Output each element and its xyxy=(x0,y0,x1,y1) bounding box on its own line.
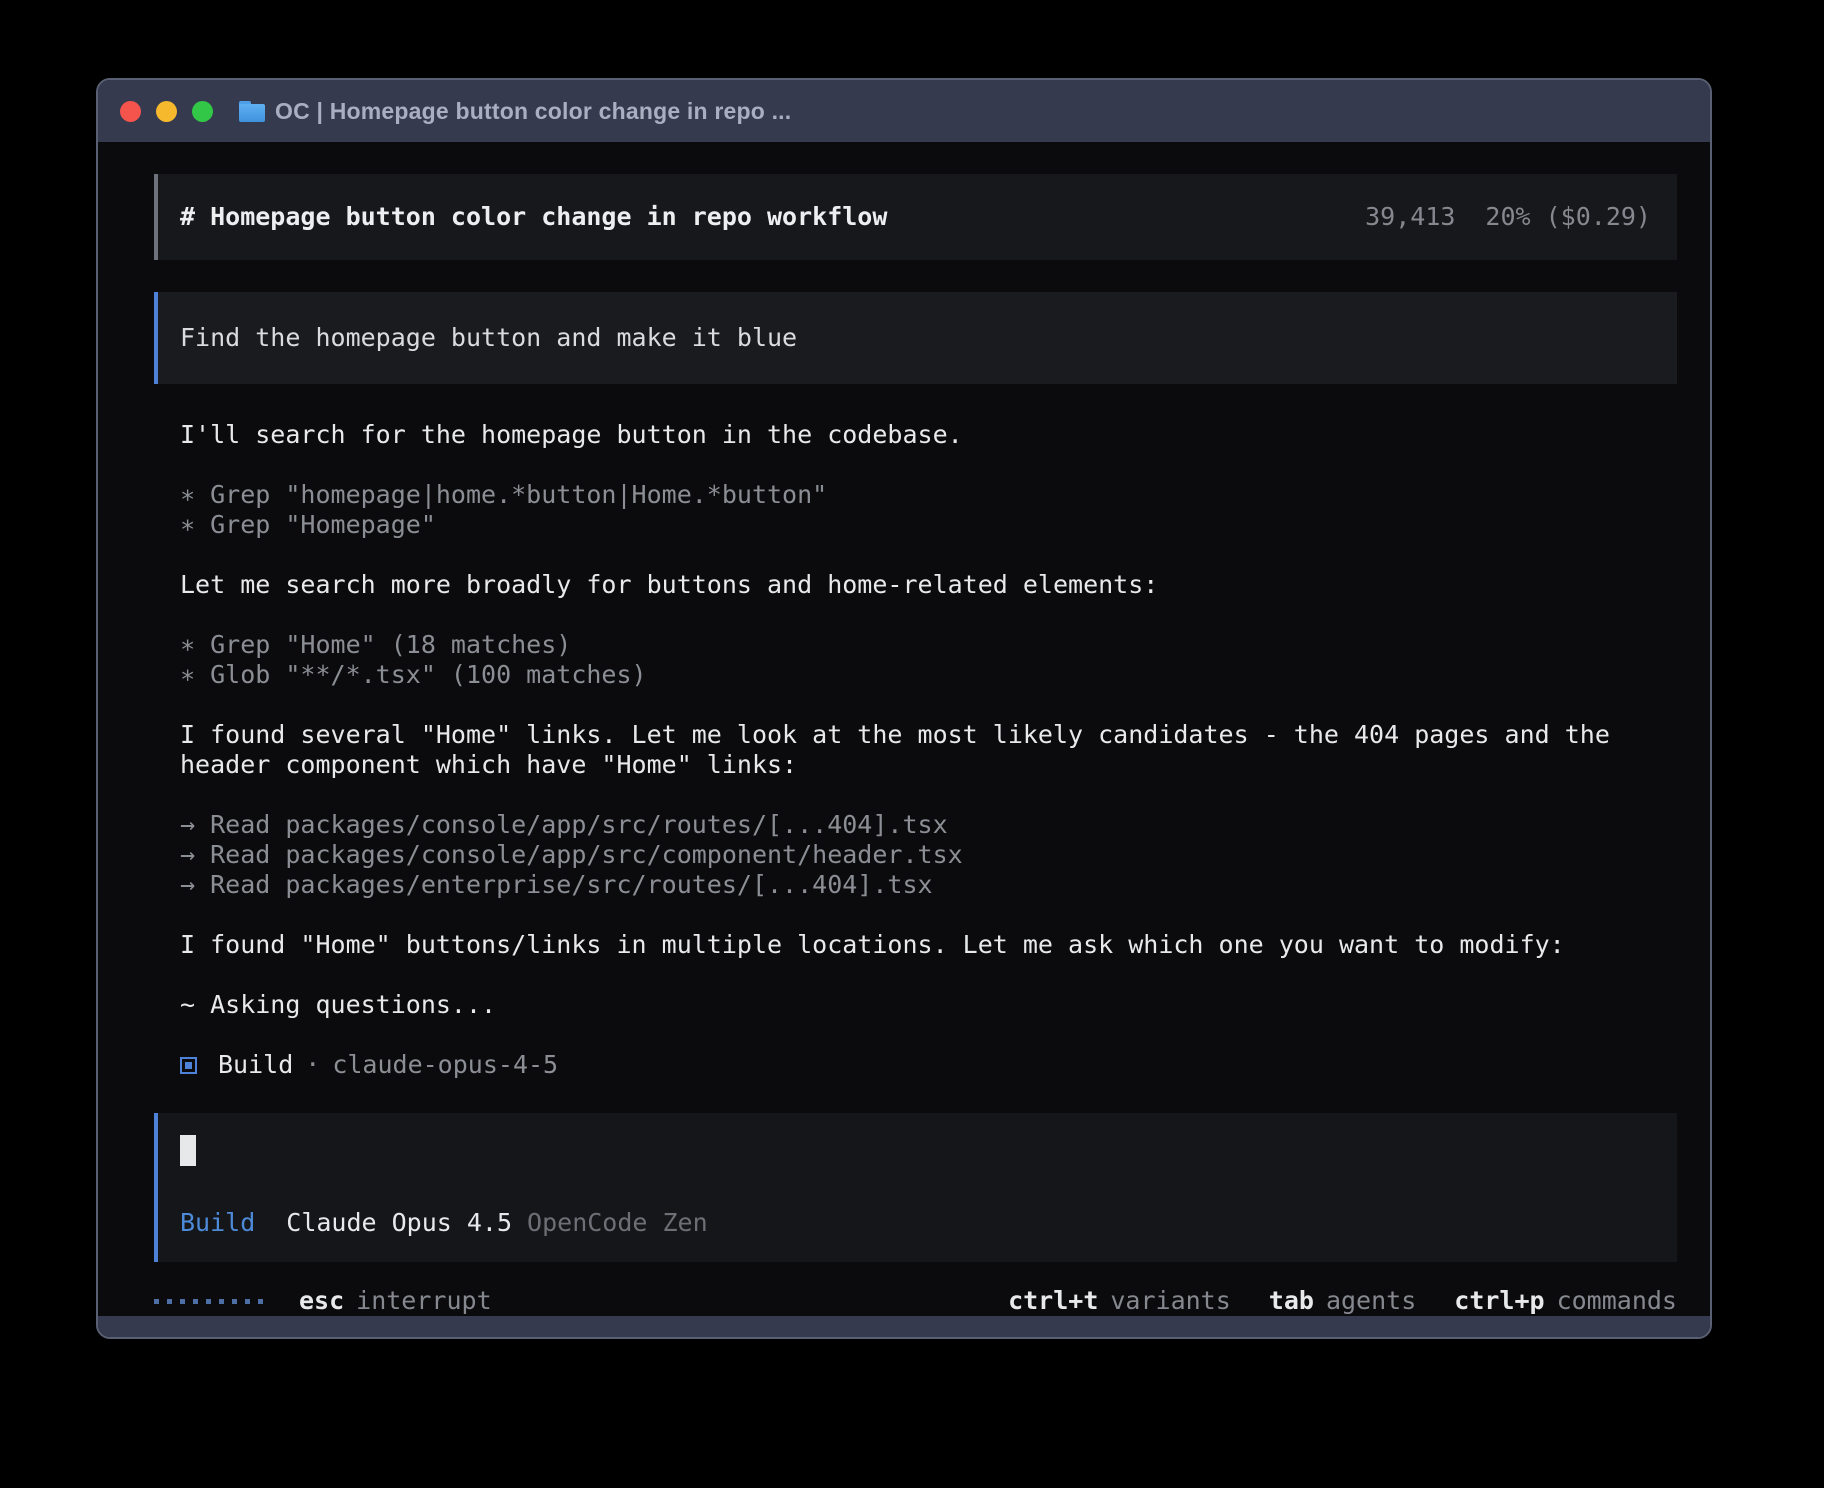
traffic-lights xyxy=(120,101,213,122)
assistant-text: I found "Home" buttons/links in multiple… xyxy=(180,930,1677,960)
tool-call-group: → Read packages/console/app/src/routes/[… xyxy=(180,810,1677,900)
input-model-name[interactable]: Claude Opus 4.5 xyxy=(286,1208,512,1238)
zoom-window-button[interactable] xyxy=(192,101,213,122)
keybind-hint-commands: ctrl+p commands xyxy=(1454,1286,1677,1316)
status-bar: esc interrupt ctrl+t variants tab agents… xyxy=(154,1286,1677,1316)
agent-separator: · xyxy=(305,1050,320,1080)
keybind-key: ctrl+t xyxy=(1008,1286,1098,1316)
session-stats: 39,413 20% ($0.29) xyxy=(1365,202,1651,232)
user-message: Find the homepage button and make it blu… xyxy=(154,292,1677,384)
status-left: esc interrupt xyxy=(154,1286,492,1316)
folder-icon xyxy=(239,101,265,122)
keybind-hint-variants: ctrl+t variants xyxy=(1008,1286,1231,1316)
keybind-hint-agents: tab agents xyxy=(1269,1286,1416,1316)
tool-call-read: → Read packages/console/app/src/routes/[… xyxy=(180,810,1677,840)
session-header: # Homepage button color change in repo w… xyxy=(154,174,1677,260)
window-titlebar[interactable]: OC | Homepage button color change in rep… xyxy=(98,80,1710,142)
window-title: OC | Homepage button color change in rep… xyxy=(275,98,791,125)
tool-call-grep: ∗ Grep "homepage|home.*button|Home.*butt… xyxy=(180,480,1677,510)
tool-call-group: ∗ Grep "homepage|home.*button|Home.*butt… xyxy=(180,480,1677,540)
keybind-key: tab xyxy=(1269,1286,1314,1316)
tool-call-grep: ∗ Grep "Home" (18 matches) xyxy=(180,630,1677,660)
window-footer xyxy=(98,1316,1710,1339)
terminal-window: OC | Homepage button color change in rep… xyxy=(96,78,1712,1339)
assistant-text: I found several "Home" links. Let me loo… xyxy=(180,720,1677,780)
assistant-text: I'll search for the homepage button in t… xyxy=(180,420,1677,450)
assistant-status-text: ~ Asking questions... xyxy=(180,990,1677,1020)
spinner-dots xyxy=(154,1299,263,1304)
token-count: 39,413 xyxy=(1365,202,1455,232)
session-title: # Homepage button color change in repo w… xyxy=(180,202,887,232)
keybind-label: variants xyxy=(1110,1286,1230,1316)
tool-call-glob: ∗ Glob "**/*.tsx" (100 matches) xyxy=(180,660,1677,690)
context-cost: 20% ($0.29) xyxy=(1485,202,1651,232)
agent-model: claude-opus-4-5 xyxy=(332,1050,558,1080)
assistant-text: Let me search more broadly for buttons a… xyxy=(180,570,1677,600)
tool-call-group: ∗ Grep "Home" (18 matches) ∗ Glob "**/*.… xyxy=(180,630,1677,690)
tool-call-read: → Read packages/enterprise/src/routes/[.… xyxy=(180,870,1677,900)
tool-call-read: → Read packages/console/app/src/componen… xyxy=(180,840,1677,870)
terminal-content: # Homepage button color change in repo w… xyxy=(98,142,1710,1316)
keybind-key: ctrl+p xyxy=(1454,1286,1544,1316)
esc-key-label: interrupt xyxy=(356,1286,491,1316)
keybind-label: agents xyxy=(1326,1286,1416,1316)
tool-call-grep: ∗ Grep "Homepage" xyxy=(180,510,1677,540)
status-right: ctrl+t variants tab agents ctrl+p comman… xyxy=(1008,1286,1677,1316)
agent-name: Build xyxy=(218,1050,293,1080)
close-window-button[interactable] xyxy=(120,101,141,122)
user-message-text: Find the homepage button and make it blu… xyxy=(180,323,797,352)
text-cursor xyxy=(180,1135,196,1166)
prompt-input[interactable]: Build Claude Opus 4.5 OpenCode Zen xyxy=(154,1113,1677,1262)
agent-icon xyxy=(180,1057,197,1074)
minimize-window-button[interactable] xyxy=(156,101,177,122)
input-model-provider: OpenCode Zen xyxy=(527,1208,708,1238)
input-agent-label[interactable]: Build xyxy=(180,1208,255,1238)
esc-key-hint: esc xyxy=(299,1286,344,1316)
keybind-label: commands xyxy=(1557,1286,1677,1316)
agent-badge: Build · claude-opus-4-5 xyxy=(180,1050,1677,1080)
input-model-line: Build Claude Opus 4.5 OpenCode Zen xyxy=(180,1208,1655,1238)
